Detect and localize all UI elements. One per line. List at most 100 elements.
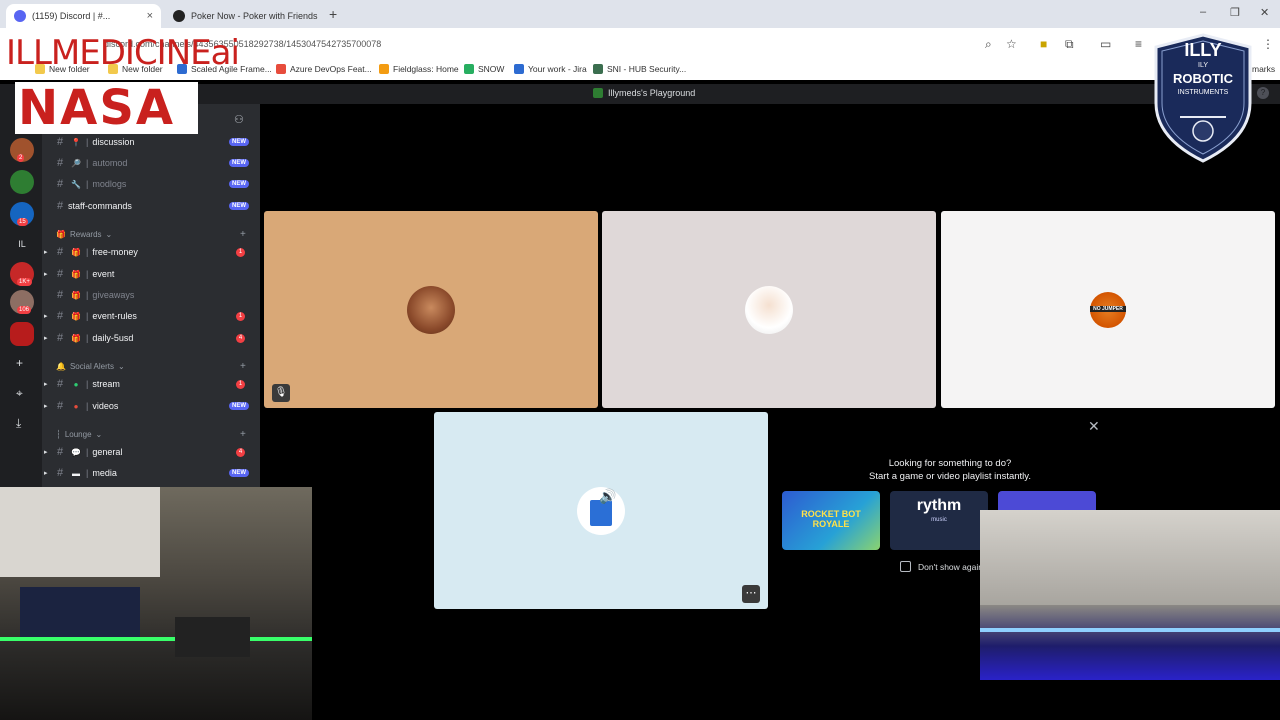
dont-show-checkbox[interactable] [900,561,911,572]
chevron-right-icon: ▸ [44,249,48,256]
activity-card-rythm[interactable]: rythm music [890,491,988,550]
category-social-alerts[interactable]: 🔔 Social Alerts ⌄ [56,362,125,371]
hash-icon: # [56,289,64,301]
download-icon[interactable]: ⤓ [16,416,21,431]
tab-discord[interactable]: (1159) Discord | #... × [6,4,161,28]
chevron-right-icon: ▸ [44,449,48,456]
add-channel-icon[interactable]: + [240,429,246,440]
more-button[interactable]: ⋯ [742,585,760,603]
channel-automod[interactable]: # 🔎 | automod NEW [52,153,257,173]
server-badge: 15 [17,218,28,226]
channel-modlogs[interactable]: # 🔧 | modlogs NEW [52,174,257,194]
server-icon[interactable] [10,322,34,346]
add-channel-icon[interactable]: + [240,229,246,240]
avatar [745,286,793,334]
windows-icon [276,64,286,74]
hash-icon: # [56,332,64,344]
hash-icon: # [56,157,64,169]
unread-count: 1 [236,247,245,257]
menu-icon[interactable]: ⋮ [1262,37,1274,51]
gift-icon: 🎁 [56,230,66,239]
tab-title: Poker Now - Poker with Friends [191,11,318,21]
participant-tile[interactable]: NO JUMPER [941,211,1275,408]
avatar-label: NO JUMPER [1090,306,1126,312]
mic-muted-icon: 🎙 [272,384,290,402]
speaker-icon: 🔊 [599,488,617,504]
channel-stream[interactable]: ▸ # ● | stream 1 [44,374,257,394]
activity-card-rocket-bot[interactable]: ROCKET BOT ROYALE [782,491,880,550]
channel-free-money[interactable]: ▸ # 🎁 | free-money 1 [44,242,257,262]
channel-daily-5usd[interactable]: ▸ # 🎁 | daily-5usd 4 [44,328,257,348]
hash-icon: # [56,246,64,258]
new-badge: NEW [229,202,249,210]
extension-icon[interactable]: ■ [1040,37,1047,51]
lounge-icon: ┆ [56,430,61,439]
bookmark-item[interactable]: Your work - Jira [514,64,587,74]
dont-show-label: Don't show again [918,562,983,572]
participant-tile[interactable] [602,211,936,408]
bookmark-item[interactable]: Fieldglass: Home [379,64,459,74]
green-dot-icon: ● [73,379,79,389]
category-rewards[interactable]: 🎁 Rewards ⌄ [56,230,112,239]
shield-line2: ILY [1198,62,1208,69]
bookmark-item[interactable]: SNI - HUB Security... [593,64,686,74]
bookmark-item[interactable]: Azure DevOps Feat... [276,64,372,74]
chevron-down-icon: ⌄ [118,362,125,371]
hash-icon: # [56,446,64,458]
channel-general[interactable]: ▸ # 💬 | general 4 [44,442,257,462]
photo-frames [175,617,250,657]
channel-media[interactable]: ▸ # ▬ | media NEW [44,463,257,483]
jira-icon [514,64,524,74]
cabinet [0,487,160,577]
hash-icon: # [56,400,64,412]
server-rail: 2 15 IL 1K+ 106 + ⌖ ⤓ [0,104,42,487]
server-icon[interactable]: IL [10,232,34,256]
add-channel-icon[interactable]: + [240,361,246,372]
channel-staff-commands[interactable]: # staff-commands NEW [52,196,257,216]
star-icon[interactable]: ☆ [1006,37,1017,51]
channel-videos[interactable]: ▸ # ● | videos NEW [44,396,257,416]
participant-tile[interactable]: 🔊 ⋯ [434,412,768,609]
close-tab-icon[interactable]: × [147,10,153,22]
close-window-button[interactable]: ✕ [1260,6,1269,19]
hash-icon: # [56,178,64,190]
new-badge: NEW [229,180,249,188]
explore-icon[interactable]: ⌖ [16,386,23,401]
sidepanel-icon[interactable]: ▭ [1100,37,1111,51]
channel-giveaways[interactable]: # 🎁 | giveaways [52,285,257,305]
shield-line4: INSTRUMENTS [1177,89,1229,96]
category-lounge[interactable]: ┆ Lounge ⌄ [56,430,102,439]
puzzle-icon[interactable]: ⧉ [1065,37,1074,52]
help-icon[interactable]: ? [1257,87,1269,99]
unread-count: 4 [236,447,245,457]
maximize-button[interactable]: ❐ [1230,6,1240,19]
close-button[interactable]: ✕ [1088,418,1100,435]
hash-icon: # [56,310,64,322]
chevron-down-icon: ⌄ [105,230,113,239]
channel-event-rules[interactable]: ▸ # 🎁 | event-rules 1 [44,306,257,326]
channel-event[interactable]: ▸ # 🎁 | event [44,264,257,284]
chevron-right-icon: ▸ [44,470,48,477]
new-badge: NEW [229,159,249,167]
media-icon[interactable]: ≡ [1135,37,1142,51]
brand-text: ILLMEDICINEai [6,33,240,73]
tab-poker[interactable]: Poker Now - Poker with Friends × [165,4,320,28]
invite-icon[interactable]: ⚇ [234,113,244,126]
minimize-button[interactable]: – [1200,6,1206,18]
new-tab-button[interactable]: + [329,6,337,22]
server-icon[interactable] [10,170,34,194]
bookmark-item[interactable]: SNOW [464,64,504,74]
server-icon [593,88,603,98]
zoom-icon[interactable]: ⌕ [985,37,992,52]
windows-icon [464,64,474,74]
chevron-right-icon: ▸ [44,313,48,320]
alert-icon: 🔔 [56,362,66,371]
participant-tile[interactable]: 🎙 [264,211,598,408]
chevron-right-icon: ▸ [44,403,48,410]
webcam-right [980,510,1280,680]
add-server-icon[interactable]: + [16,356,23,370]
chevron-right-icon: ▸ [44,271,48,278]
nasa-logo: NASA [18,80,176,136]
monitor [20,587,140,637]
poker-icon [173,10,185,22]
